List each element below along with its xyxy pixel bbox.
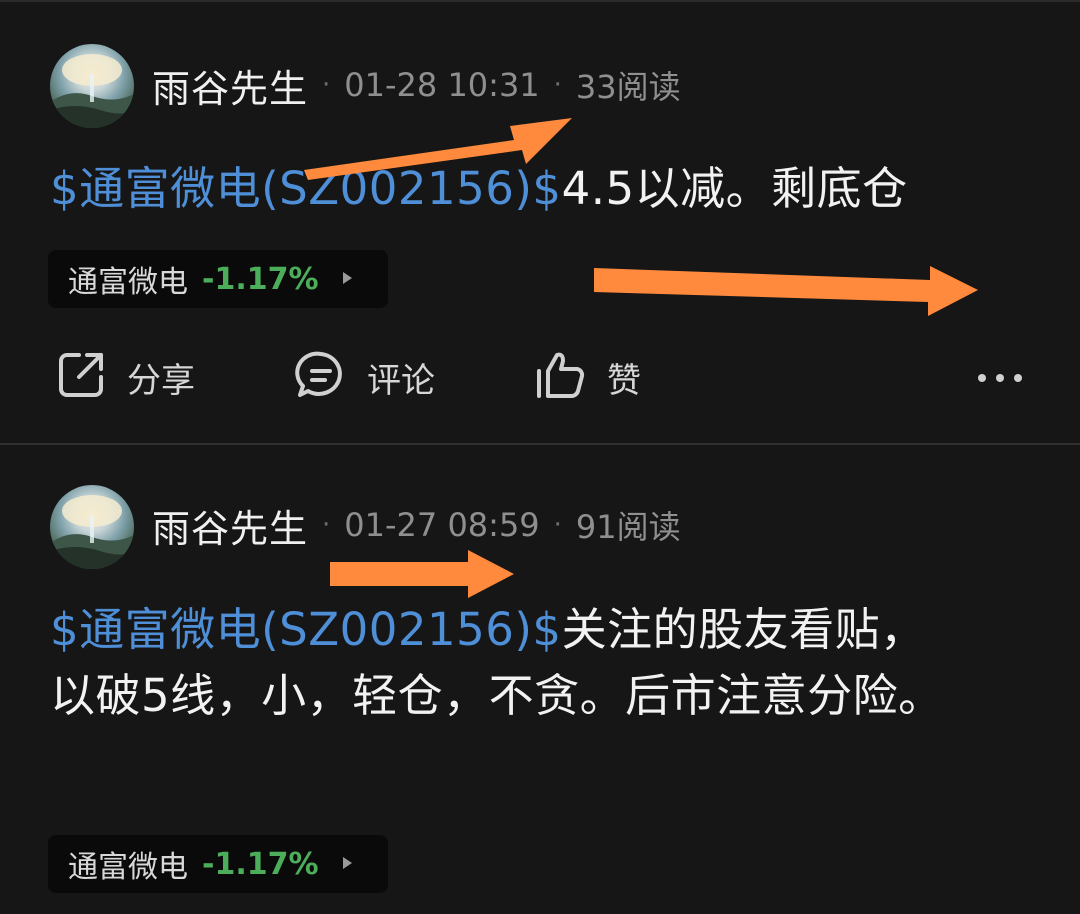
annotation-arrow — [594, 266, 978, 316]
stock-chip[interactable]: 通富微电 -1.17% — [48, 250, 388, 308]
meta-separator: · — [322, 70, 331, 100]
share-icon — [55, 349, 107, 405]
annotation-arrow — [330, 550, 514, 598]
post-text: 4.5以减。剩底仓 — [561, 162, 908, 215]
chevron-right-icon — [341, 855, 353, 874]
action-bar: 分享 评论 赞 — [0, 345, 1080, 409]
post-card[interactable]: 雨谷先生 · 01-27 08:59 · 91阅读 $通富微电(SZ002156… — [0, 445, 1080, 914]
chip-stock-name: 通富微电 — [68, 265, 188, 300]
share-label: 分享 — [127, 360, 195, 401]
read-count: 91阅读 — [575, 508, 681, 546]
like-label: 赞 — [607, 360, 641, 401]
more-button[interactable] — [970, 359, 1030, 395]
share-button[interactable]: 分享 — [55, 345, 195, 409]
annotation-arrow — [304, 118, 572, 180]
post-content[interactable]: $通富微电(SZ002156)$关注的股友看贴，以破5线，小，轻仓，不贪。后市注… — [50, 597, 970, 729]
chip-price-change: -1.17% — [202, 261, 319, 297]
chevron-right-icon — [341, 270, 353, 289]
post-time: 01-28 10:31 — [344, 66, 540, 104]
like-button[interactable]: 赞 — [535, 345, 641, 409]
chip-price-change: -1.17% — [202, 846, 319, 882]
meta-separator: · — [553, 510, 562, 540]
comment-icon — [295, 349, 347, 405]
post-card[interactable]: 雨谷先生 · 01-28 10:31 · 33阅读 $通富微电(SZ002156… — [0, 0, 1080, 443]
meta-separator: · — [322, 510, 331, 540]
meta-separator: · — [553, 70, 562, 100]
post-header: 雨谷先生 · 01-27 08:59 · 91阅读 — [152, 495, 681, 555]
post-time: 01-27 08:59 — [344, 506, 540, 544]
stock-link[interactable]: $通富微电(SZ002156)$ — [50, 603, 562, 656]
author-name[interactable]: 雨谷先生 — [152, 58, 308, 113]
comment-button[interactable]: 评论 — [295, 345, 435, 409]
avatar[interactable] — [50, 485, 134, 569]
comment-label: 评论 — [367, 360, 435, 401]
author-name[interactable]: 雨谷先生 — [152, 498, 308, 553]
like-icon — [535, 349, 587, 405]
chip-stock-name: 通富微电 — [68, 850, 188, 885]
read-count: 33阅读 — [575, 68, 681, 106]
stock-chip[interactable]: 通富微电 -1.17% — [48, 835, 388, 893]
more-icon — [976, 368, 1024, 387]
avatar[interactable] — [50, 44, 134, 128]
